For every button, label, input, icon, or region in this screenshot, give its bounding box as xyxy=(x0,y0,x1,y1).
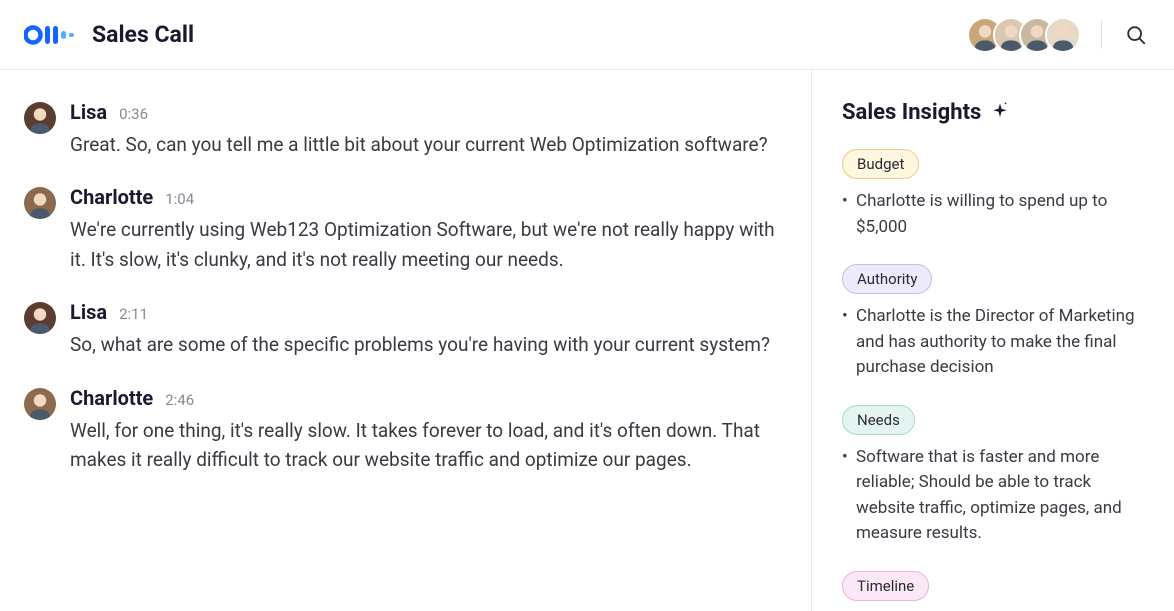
insight-label[interactable]: Budget xyxy=(842,149,919,179)
utterance-text[interactable]: We're currently using Web123 Optimizatio… xyxy=(70,215,781,274)
insights-title: Sales Insights xyxy=(842,100,981,125)
speaker-avatar xyxy=(24,388,56,420)
sparkle-icon xyxy=(991,102,1009,124)
speaker-avatar xyxy=(24,187,56,219)
search-button[interactable] xyxy=(1122,21,1150,49)
insight-label[interactable]: Timeline xyxy=(842,571,929,601)
page-title: Sales Call xyxy=(92,21,194,48)
timestamp[interactable]: 1:04 xyxy=(165,190,194,208)
insight-text: Software that is faster and more reliabl… xyxy=(842,445,1152,547)
transcript-entry: Lisa 2:11 So, what are some of the speci… xyxy=(24,300,781,359)
insight-block: Budget Charlotte is willing to spend up t… xyxy=(842,149,1152,240)
insight-block: Timeline xyxy=(842,571,1152,611)
speaker-avatar xyxy=(24,302,56,334)
insights-title-row: Sales Insights xyxy=(842,100,1152,125)
speaker-avatar xyxy=(24,102,56,134)
timestamp[interactable]: 2:11 xyxy=(119,305,148,323)
search-icon xyxy=(1125,24,1147,46)
participant-avatar[interactable] xyxy=(1045,17,1081,53)
speaker-name: Lisa xyxy=(70,100,107,124)
divider xyxy=(1101,21,1102,49)
insight-label[interactable]: Authority xyxy=(842,264,932,294)
entry-body: Lisa 0:36 Great. So, can you tell me a l… xyxy=(70,100,781,159)
content: Lisa 0:36 Great. So, can you tell me a l… xyxy=(0,70,1174,611)
insight-text: Charlotte is the Director of Marketing a… xyxy=(842,304,1152,381)
speaker-name: Charlotte xyxy=(70,185,153,209)
transcript-entry: Charlotte 1:04 We're currently using Web… xyxy=(24,185,781,274)
participant-avatars[interactable] xyxy=(967,17,1081,53)
entry-body: Lisa 2:11 So, what are some of the speci… xyxy=(70,300,781,359)
entry-body: Charlotte 2:46 Well, for one thing, it's… xyxy=(70,386,781,475)
timestamp[interactable]: 0:36 xyxy=(119,105,148,123)
transcript-entry: Lisa 0:36 Great. So, can you tell me a l… xyxy=(24,100,781,159)
utterance-text[interactable]: Great. So, can you tell me a little bit … xyxy=(70,130,781,159)
insight-text: Charlotte is willing to spend up to $5,0… xyxy=(842,189,1152,240)
entry-body: Charlotte 1:04 We're currently using Web… xyxy=(70,185,781,274)
entry-head: Charlotte 1:04 xyxy=(70,185,781,209)
utterance-text[interactable]: Well, for one thing, it's really slow. I… xyxy=(70,416,781,475)
insight-label[interactable]: Needs xyxy=(842,405,915,435)
utterance-text[interactable]: So, what are some of the specific proble… xyxy=(70,330,781,359)
speaker-name: Charlotte xyxy=(70,386,153,410)
insight-block: Needs Software that is faster and more re… xyxy=(842,405,1152,547)
header-right xyxy=(967,17,1150,53)
header: Sales Call xyxy=(0,0,1174,70)
entry-head: Charlotte 2:46 xyxy=(70,386,781,410)
speaker-name: Lisa xyxy=(70,300,107,324)
header-left: Sales Call xyxy=(24,21,194,48)
entry-head: Lisa 0:36 xyxy=(70,100,781,124)
timestamp[interactable]: 2:46 xyxy=(165,391,194,409)
transcript-panel: Lisa 0:36 Great. So, can you tell me a l… xyxy=(0,70,812,611)
insights-panel: Sales Insights Budget Charlotte is willin… xyxy=(812,70,1174,611)
entry-head: Lisa 2:11 xyxy=(70,300,781,324)
app-logo[interactable] xyxy=(24,22,74,48)
insight-block: Authority Charlotte is the Director of Ma… xyxy=(842,264,1152,381)
transcript-entry: Charlotte 2:46 Well, for one thing, it's… xyxy=(24,386,781,475)
